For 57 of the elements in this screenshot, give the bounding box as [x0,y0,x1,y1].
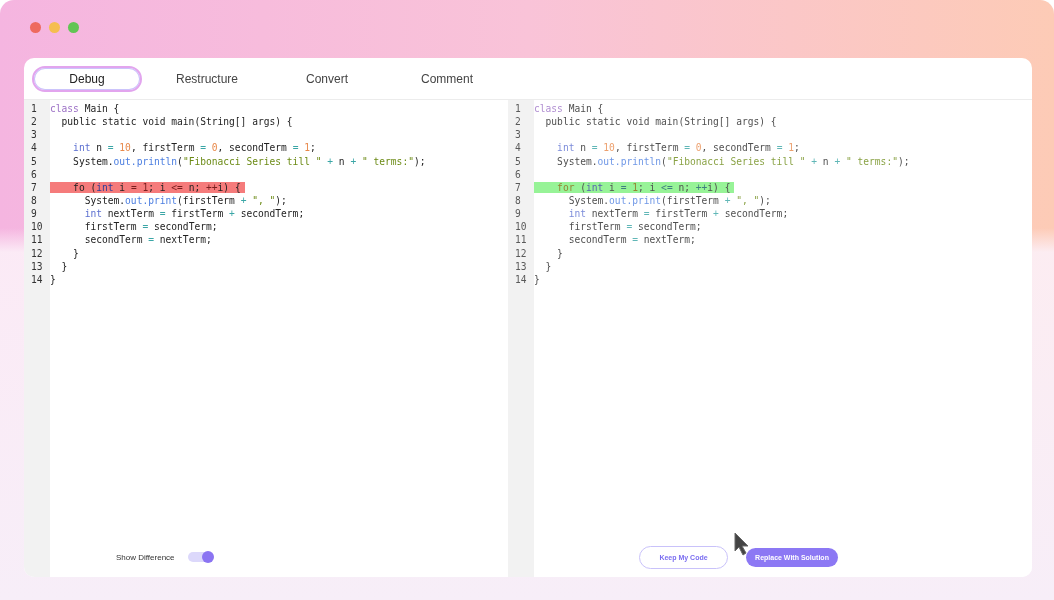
line-number: 5 [30,155,38,167]
line-number: 1 [30,103,38,115]
code-line: firstTerm = secondTerm; [567,221,703,233]
code-line: int nextTerm = firstTerm + secondTerm; [83,208,306,220]
line-number: 9 [514,208,522,220]
code-line: System.out.print(firstTerm + ", "); [83,195,288,207]
line-number: 14 [30,273,44,285]
line-number: 8 [30,195,38,207]
line-number: 2 [30,116,38,128]
line-number: 6 [514,168,522,180]
line-number: 6 [30,168,38,180]
code-line: int n = 10, firstTerm = 0, secondTerm = 1; [556,142,801,154]
line-number: 11 [514,234,528,246]
window-maximize-dot[interactable] [68,21,79,33]
line-number: 13 [514,260,528,272]
code-line: public static void main(String[] args) { [60,116,294,128]
code-line: secondTerm = nextTerm; [83,234,213,246]
mouse-pointer-icon [734,531,750,556]
line-number: 7 [514,181,522,193]
code-line: } [556,247,564,259]
code-line: } [60,260,69,272]
code-line: System.out.println("Fibonacci Series till " + n + " terms:"); [556,155,911,167]
code-line: secondTerm = nextTerm; [567,234,697,246]
code-line: System.out.println("Fibonacci Series till " + n + " terms:"); [72,155,427,167]
code-line: } [72,247,80,259]
code-line: int n = 10, firstTerm = 0, secondTerm = 1; [72,142,317,154]
tab[interactable]: Debug [32,65,142,92]
window-minimize-dot[interactable] [49,21,60,33]
code-line: } [50,273,57,285]
code-line: int nextTerm = firstTerm + secondTerm; [567,208,790,220]
code-line: firstTerm = secondTerm; [83,221,219,233]
line-number: 12 [514,247,528,259]
toggle-switch[interactable] [187,552,213,562]
code-line: System.out.print(firstTerm + ", "); [567,195,772,207]
line-number: 2 [514,116,522,128]
line-number: 7 [30,181,38,193]
line-number: 5 [514,155,522,167]
line-number: 12 [30,247,44,259]
line-number: 11 [30,234,44,246]
line-number: 4 [30,142,38,154]
line-number: 1 [514,103,522,115]
line-number: 3 [30,129,38,141]
window-close-dot[interactable] [30,21,41,33]
code-line: class Main { [50,103,121,115]
line-number: 4 [514,142,522,154]
line-number: 14 [514,273,528,285]
code-line: class Main { [534,103,605,115]
code-line: } [534,273,541,285]
toggle-label: Show Difference [116,552,175,562]
line-number: 9 [30,208,38,220]
code-line: public static void main(String[] args) { [544,116,778,128]
line-number: 10 [30,221,44,233]
code-line: } [544,260,553,272]
line-number: 8 [514,195,522,207]
line-number: 13 [30,260,44,272]
line-number: 3 [514,129,522,141]
line-number: 10 [514,221,528,233]
